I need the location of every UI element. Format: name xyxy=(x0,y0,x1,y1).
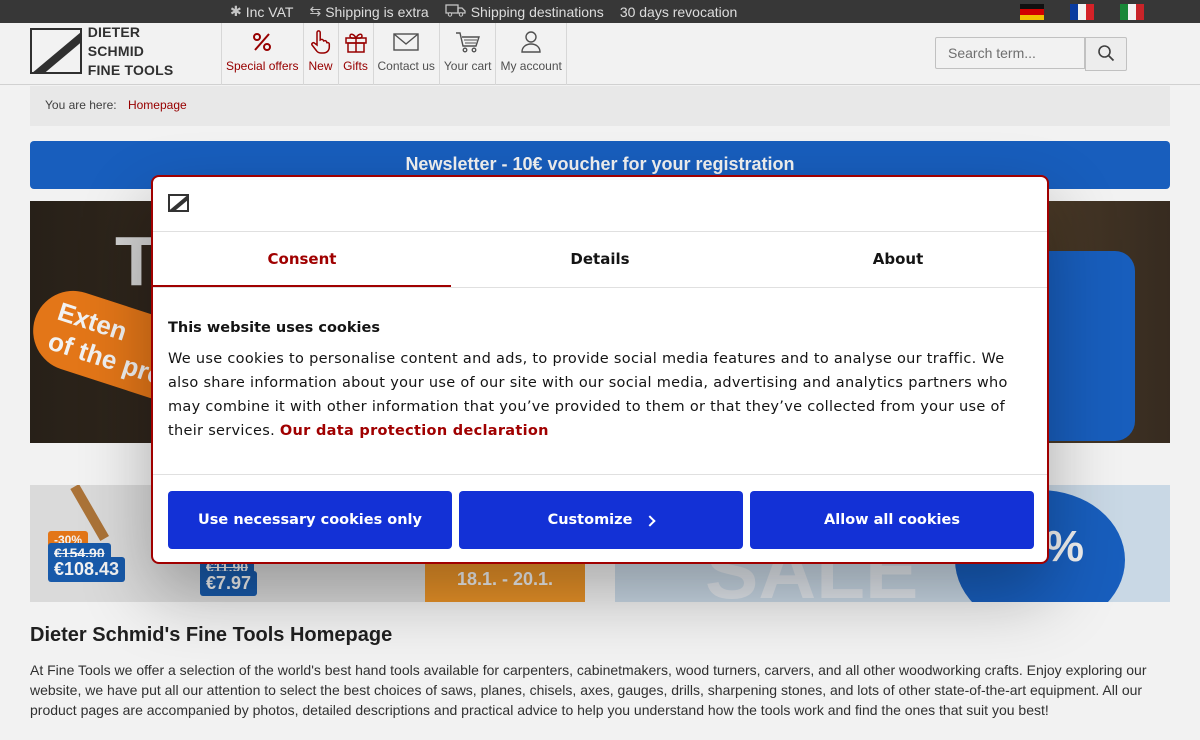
use-necessary-cookies-button[interactable]: Use necessary cookies only xyxy=(168,491,452,549)
dialog-logo-icon xyxy=(168,194,189,212)
necessary-button-label: Use necessary cookies only xyxy=(198,512,422,528)
chevron-right-icon xyxy=(644,515,657,527)
dialog-text: We use cookies to personalise content an… xyxy=(168,347,1032,443)
tab-about[interactable]: About xyxy=(749,232,1047,287)
cookie-consent-dialog: Consent Details About This website uses … xyxy=(151,175,1049,564)
data-protection-link[interactable]: Our data protection declaration xyxy=(280,423,549,439)
tab-details[interactable]: Details xyxy=(451,232,749,287)
dialog-header xyxy=(153,177,1047,232)
customize-button-label: Customize xyxy=(547,512,633,528)
tab-consent[interactable]: Consent xyxy=(153,232,451,287)
dialog-title: This website uses cookies xyxy=(168,320,380,336)
customize-button[interactable]: Customize xyxy=(459,491,743,549)
dialog-tabs: Consent Details About xyxy=(153,232,1047,288)
dialog-buttons: Use necessary cookies only Customize All… xyxy=(168,491,1034,549)
allow-all-cookies-button[interactable]: Allow all cookies xyxy=(750,491,1034,549)
dialog-body: This website uses cookies We use cookies… xyxy=(153,288,1047,475)
allow-all-button-label: Allow all cookies xyxy=(824,512,960,528)
